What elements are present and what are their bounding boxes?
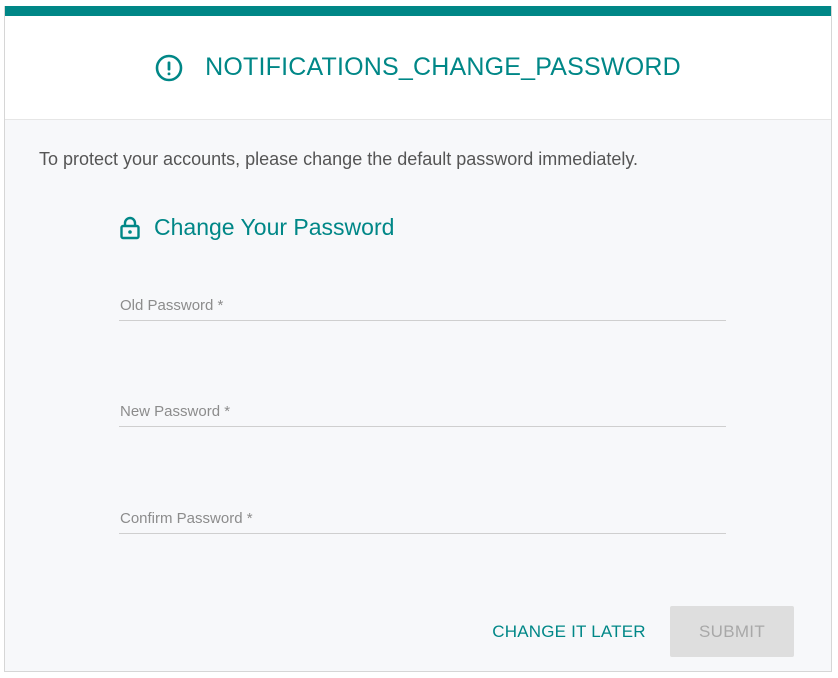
section-heading: Change Your Password — [119, 214, 394, 241]
lock-icon — [119, 216, 141, 240]
dialog-message: To protect your accounts, please change … — [39, 149, 639, 169]
change-it-later-button[interactable]: CHANGE IT LATER — [479, 607, 659, 657]
exclamation-circle-icon — [155, 54, 183, 82]
dialog-accent-bar — [5, 6, 831, 16]
confirm-password-field[interactable] — [119, 503, 726, 534]
old-password-input[interactable] — [119, 290, 726, 320]
dialog-title: NOTIFICATIONS_CHANGE_PASSWORD — [205, 53, 681, 81]
old-password-field[interactable] — [119, 290, 726, 321]
dialog-header: NOTIFICATIONS_CHANGE_PASSWORD — [5, 16, 831, 120]
new-password-input[interactable] — [119, 396, 726, 426]
confirm-password-input[interactable] — [119, 503, 726, 533]
section-title: Change Your Password — [154, 214, 395, 240]
change-password-dialog: NOTIFICATIONS_CHANGE_PASSWORD To protect… — [4, 6, 832, 672]
submit-button[interactable]: SUBMIT — [670, 606, 794, 657]
new-password-field[interactable] — [119, 396, 726, 427]
